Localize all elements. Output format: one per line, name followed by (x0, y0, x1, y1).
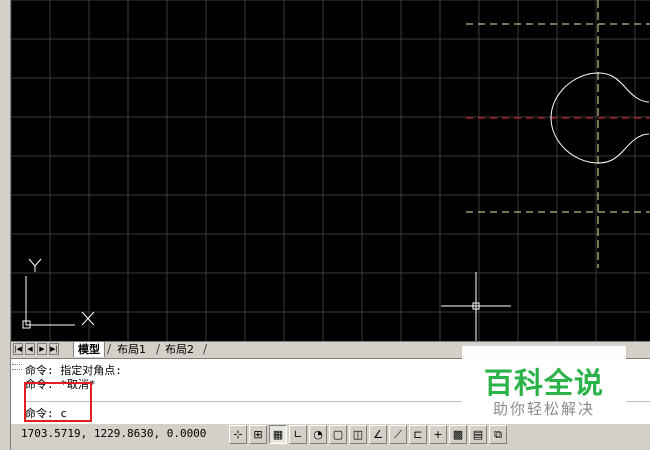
3d-object-snap-button[interactable]: ◫ (349, 425, 367, 444)
status-bar: 1703.5719, 1229.8630, 0.0000 ⊹ ⊞ ▦ ∟ ◔ ▢ ◫ ∠ ⟋ ⊏ +… (11, 423, 650, 446)
tab-layout1[interactable]: 布局1 (113, 342, 150, 357)
autocad-window: |◀ ◀ ▶ ▶| 模型 / 布局1 / 布局2 / 命令: 指定对角点: 命令… (0, 0, 650, 450)
object-snap-tracking-button[interactable]: ∠ (369, 425, 387, 444)
first-tab-button[interactable]: |◀ (13, 343, 23, 355)
highlight-box (24, 382, 92, 422)
dynamic-ucs-button[interactable]: ⟋ (389, 425, 407, 444)
tab-layout2[interactable]: 布局2 (161, 342, 198, 357)
tab-separator: / (156, 342, 161, 356)
tab-model[interactable]: 模型 (73, 342, 105, 357)
drafting-toolbar: ⊹ ⊞ ▦ ∟ ◔ ▢ ◫ ∠ ⟋ ⊏ + ▩ ▤ ⧉ (229, 425, 509, 445)
lineweight-button[interactable]: + (429, 425, 447, 444)
prev-tab-button[interactable]: ◀ (25, 343, 35, 355)
polar-tracking-button[interactable]: ◔ (309, 425, 327, 444)
dynamic-input-button[interactable]: ⊏ (409, 425, 427, 444)
tab-separator: / (203, 342, 208, 356)
watermark-logo: 百科全说 助你轻松解决 (462, 346, 626, 424)
coordinate-readout: 1703.5719, 1229.8630, 0.0000 (21, 427, 207, 440)
left-border (0, 0, 11, 450)
last-tab-button[interactable]: ▶| (49, 343, 59, 355)
selection-cycling-button[interactable]: ⧉ (489, 425, 507, 444)
transparency-button[interactable]: ▩ (449, 425, 467, 444)
drawing-svg[interactable] (11, 0, 650, 341)
command-window-grip[interactable] (12, 364, 22, 370)
quick-properties-button[interactable]: ▤ (469, 425, 487, 444)
grid-display-button[interactable]: ⊞ (249, 425, 267, 444)
ucs-y-label (28, 258, 42, 272)
ucs-x-label (81, 311, 95, 326)
drawing-canvas[interactable] (11, 0, 650, 341)
snap-mode-button[interactable]: ⊹ (229, 425, 247, 444)
watermark-subtitle: 助你轻松解决 (492, 400, 595, 418)
tab-separator: / (107, 342, 112, 356)
object-snap-button[interactable]: ▢ (329, 425, 347, 444)
ortho-mode-button[interactable]: ∟ (289, 425, 307, 444)
watermark-title: 百科全说 (483, 366, 604, 400)
next-tab-button[interactable]: ▶ (37, 343, 47, 355)
grid-toggle-button[interactable]: ▦ (269, 425, 287, 444)
